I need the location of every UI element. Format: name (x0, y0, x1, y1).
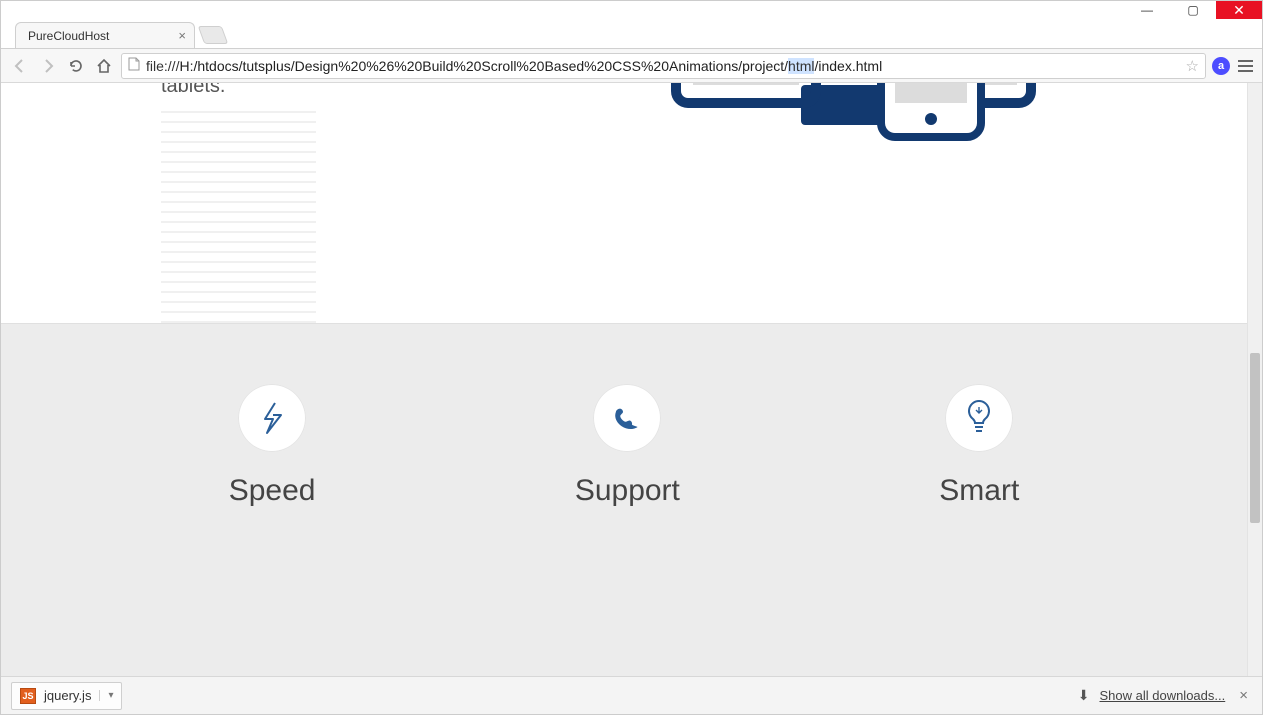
tab-strip: PureCloudHost × (1, 19, 1262, 49)
window-titlebar: — ▢ ✕ (1, 1, 1262, 19)
back-button[interactable] (9, 55, 31, 77)
show-all-downloads-link[interactable]: Show all downloads... (1099, 688, 1225, 703)
scrollbar-thumb[interactable] (1250, 353, 1260, 523)
address-bar[interactable]: file:///H:/htdocs/tutsplus/Design%20%26%… (121, 53, 1206, 79)
download-item-menu[interactable]: ▾ (99, 690, 113, 701)
chrome-menu-button[interactable] (1236, 60, 1254, 72)
features-row: Speed Support (99, 324, 1149, 508)
feature-icon-circle (593, 384, 661, 452)
javascript-file-icon: JS (20, 688, 36, 704)
window-close-button[interactable]: ✕ (1216, 1, 1262, 19)
bookmark-star-icon[interactable]: ☆ (1186, 57, 1199, 75)
browser-window: — ▢ ✕ PureCloudHost × file:///H:/h (0, 0, 1263, 715)
feature-title: Smart (939, 474, 1019, 508)
hero-section: tablets. (1, 83, 1247, 323)
page-viewport: tablets. (1, 83, 1262, 676)
forward-button[interactable] (37, 55, 59, 77)
url-text: file:///H:/htdocs/tutsplus/Design%20%26%… (146, 58, 1180, 74)
phone-icon (611, 402, 643, 434)
vertical-scrollbar[interactable] (1247, 83, 1262, 676)
feature-title: Speed (229, 474, 316, 508)
download-arrow-icon: ⬇ (1078, 687, 1090, 704)
feature-icon-circle (945, 384, 1013, 452)
page-content: tablets. (1, 83, 1247, 676)
window-maximize-button[interactable]: ▢ (1170, 1, 1216, 19)
download-item[interactable]: JS jquery.js ▾ (11, 682, 122, 710)
tab-title: PureCloudHost (28, 29, 109, 43)
window-minimize-button[interactable]: — (1124, 1, 1170, 19)
reload-button[interactable] (65, 55, 87, 77)
download-filename: jquery.js (44, 688, 91, 703)
downloads-bar-close-button[interactable]: × (1235, 687, 1252, 704)
feature-smart: Smart (939, 384, 1019, 508)
feature-icon-circle (238, 384, 306, 452)
browser-toolbar: file:///H:/htdocs/tutsplus/Design%20%26%… (1, 49, 1262, 83)
bolt-icon (255, 401, 289, 435)
feature-speed: Speed (229, 384, 316, 508)
downloads-bar: JS jquery.js ▾ ⬇ Show all downloads... × (1, 676, 1262, 714)
new-tab-button[interactable] (198, 26, 229, 44)
browser-tab[interactable]: PureCloudHost × (15, 22, 195, 48)
arrow-left-icon (12, 58, 28, 74)
hero-text-fragment: tablets. (161, 83, 225, 98)
reload-icon (68, 58, 84, 74)
features-section: Speed Support (1, 323, 1247, 676)
file-icon (128, 57, 140, 74)
feature-support: Support (575, 384, 680, 508)
lightbulb-icon (964, 399, 994, 437)
home-button[interactable] (93, 55, 115, 77)
devices-illustration (641, 83, 1041, 230)
translate-extension-icon[interactable]: a (1212, 57, 1230, 75)
scrollbar-track[interactable] (1248, 83, 1262, 676)
home-icon (96, 58, 112, 74)
arrow-right-icon (40, 58, 56, 74)
tab-close-button[interactable]: × (178, 28, 186, 43)
feature-title: Support (575, 474, 680, 508)
